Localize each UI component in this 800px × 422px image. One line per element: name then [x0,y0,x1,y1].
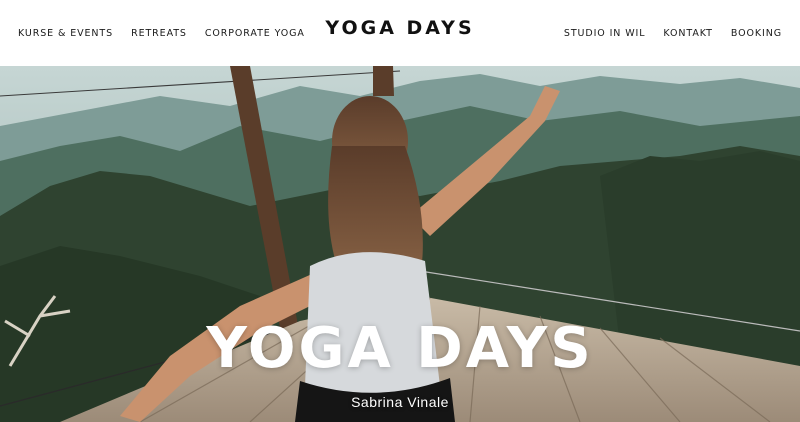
nav-link-kontakt[interactable]: KONTAKT [663,28,712,39]
hero-section: YOGA DAYS Sabrina Vinale [0,66,800,422]
hero-title: YOGA DAYS [206,315,594,381]
nav-link-studio-in-wil[interactable]: STUDIO IN WIL [564,28,646,39]
nav-link-booking[interactable]: BOOKING [731,28,782,39]
nav-right: STUDIO IN WIL KONTAKT BOOKING [546,0,782,66]
site-header: KURSE & EVENTS RETREATS CORPORATE YOGA Y… [0,0,800,66]
wooden-post [373,66,394,96]
hero-subtitle: Sabrina Vinale [351,394,449,410]
